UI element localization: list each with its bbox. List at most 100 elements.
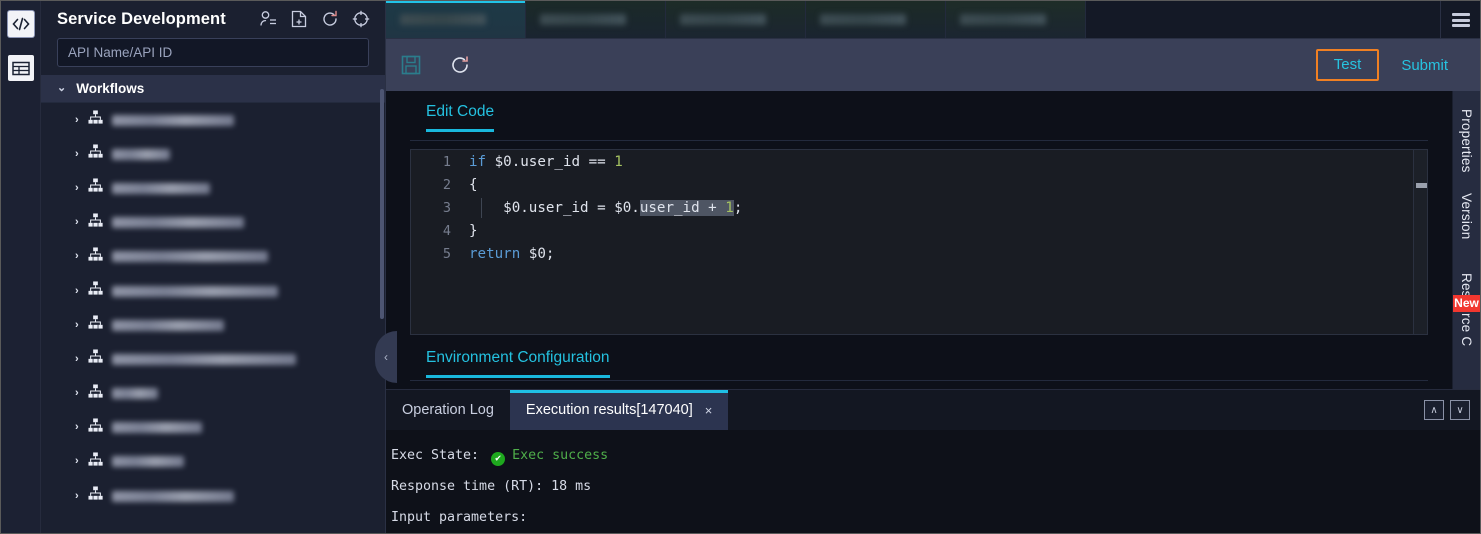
code-scrollbar-thumb[interactable] bbox=[1416, 183, 1427, 188]
list-item[interactable]: › bbox=[41, 411, 385, 445]
chevron-right-icon[interactable]: › bbox=[75, 456, 79, 467]
editor-tab[interactable] bbox=[946, 1, 1086, 38]
chevron-right-icon[interactable]: › bbox=[75, 422, 79, 433]
hamburger-icon[interactable] bbox=[1440, 1, 1480, 39]
editor-tab-label bbox=[540, 14, 626, 25]
sidebar: Service Development ⌄ Workflo bbox=[41, 1, 397, 533]
list-item[interactable]: › bbox=[41, 240, 385, 274]
refresh-icon[interactable] bbox=[320, 9, 340, 29]
code-scrollbar[interactable] bbox=[1413, 150, 1427, 334]
editor-tab[interactable] bbox=[666, 1, 806, 38]
chevron-right-icon[interactable]: › bbox=[75, 217, 79, 228]
list-item-label bbox=[111, 422, 202, 434]
chevron-right-icon[interactable]: › bbox=[75, 114, 79, 126]
right-vertical-tabs: Properties Version New Resource C bbox=[1452, 91, 1480, 389]
editor-tab[interactable] bbox=[526, 1, 666, 38]
line-number: 5 bbox=[442, 245, 451, 262]
user-list-icon[interactable] bbox=[258, 9, 278, 29]
line-number: 3 bbox=[442, 199, 451, 216]
app-window: Service Development ⌄ Workflo bbox=[0, 0, 1481, 534]
list-item[interactable]: › bbox=[41, 308, 385, 342]
scroll-down-button[interactable]: ∨ bbox=[1450, 400, 1470, 420]
list-item-label bbox=[111, 251, 268, 263]
bottom-tabbar: Operation Log Execution results[147040] … bbox=[386, 390, 1480, 430]
search-input[interactable] bbox=[57, 38, 369, 67]
chevron-right-icon[interactable]: › bbox=[75, 285, 79, 297]
scroll-up-button[interactable]: ∧ bbox=[1424, 400, 1444, 420]
edit-code-tabbar: Edit Code bbox=[386, 91, 1452, 140]
list-item[interactable]: › bbox=[41, 479, 385, 513]
tab-properties[interactable]: Properties bbox=[1459, 99, 1474, 183]
list-item-label bbox=[111, 490, 234, 502]
table-icon[interactable] bbox=[7, 55, 34, 81]
new-file-icon[interactable] bbox=[289, 9, 309, 29]
exec-state-line: Exec State: ✔ Exec success bbox=[391, 440, 1480, 471]
code-text: $0.user_id = $0.user_id + 1; bbox=[469, 199, 743, 216]
line-number: 1 bbox=[442, 153, 451, 170]
main-area: Test Submit Edit Code 1 if $0.user_id == … bbox=[386, 1, 1480, 533]
code-icon[interactable] bbox=[7, 11, 34, 37]
tab-edit-code[interactable]: Edit Code bbox=[426, 103, 495, 132]
workflow-list[interactable]: › › › › › › › › › › › › bbox=[41, 103, 385, 533]
tab-execution-results[interactable]: Execution results[147040] × bbox=[509, 390, 729, 430]
icon-rail bbox=[1, 1, 41, 533]
editor-tab-label bbox=[680, 14, 766, 25]
divider bbox=[410, 140, 1428, 141]
chevron-right-icon[interactable]: › bbox=[75, 148, 79, 160]
list-item[interactable]: › bbox=[41, 206, 385, 240]
target-icon[interactable] bbox=[351, 9, 371, 29]
list-item-label bbox=[111, 319, 224, 331]
workflow-node-icon bbox=[88, 486, 103, 506]
chevron-right-icon[interactable]: › bbox=[75, 319, 79, 331]
refresh-icon[interactable] bbox=[448, 53, 472, 77]
save-icon[interactable] bbox=[400, 54, 422, 76]
input-parameters-line: Input parameters: bbox=[391, 510, 528, 525]
search-field-wrap bbox=[41, 35, 385, 75]
chevron-right-icon[interactable]: › bbox=[75, 353, 79, 365]
list-item-label bbox=[111, 114, 234, 126]
workflow-node-icon bbox=[88, 315, 103, 335]
close-icon[interactable]: × bbox=[705, 403, 713, 418]
code-text: { bbox=[469, 176, 478, 193]
success-check-icon: ✔ bbox=[491, 452, 506, 466]
sidebar-group-workflows[interactable]: ⌄ Workflows bbox=[41, 75, 385, 103]
chevron-right-icon[interactable]: › bbox=[75, 388, 79, 399]
bottom-panel-tools: ∧ ∨ bbox=[1424, 390, 1480, 430]
new-badge: New bbox=[1453, 295, 1480, 312]
list-item[interactable]: › bbox=[41, 171, 385, 205]
list-item[interactable]: › bbox=[41, 377, 385, 411]
workflow-node-icon bbox=[88, 144, 103, 164]
sidebar-scrollbar[interactable] bbox=[380, 89, 384, 319]
tab-operation-log[interactable]: Operation Log bbox=[386, 390, 510, 430]
chevron-right-icon[interactable]: › bbox=[75, 251, 79, 262]
code-text: if $0.user_id == 1 bbox=[469, 153, 623, 170]
code-editor[interactable]: 1 if $0.user_id == 1 2{3 $0.user_id = $0.u… bbox=[410, 149, 1428, 335]
code-line: 2{ bbox=[411, 173, 1427, 196]
submit-button[interactable]: Submit bbox=[1383, 50, 1466, 81]
chevron-right-icon[interactable]: › bbox=[75, 490, 79, 502]
exec-state-label: Exec State: bbox=[391, 448, 480, 463]
workflow-node-icon bbox=[88, 247, 103, 267]
chevron-down-icon: ⌄ bbox=[57, 82, 67, 94]
editor-tab[interactable] bbox=[806, 1, 946, 38]
workflow-node-icon bbox=[88, 452, 103, 472]
exec-state-value: Exec success bbox=[512, 448, 609, 463]
workflow-node-icon bbox=[88, 384, 103, 404]
list-item[interactable]: › bbox=[41, 274, 385, 308]
workflow-node-icon bbox=[88, 110, 103, 130]
chevron-right-icon[interactable]: › bbox=[75, 182, 79, 194]
bottom-panel: Operation Log Execution results[147040] … bbox=[386, 389, 1480, 533]
sidebar-header: Service Development bbox=[41, 1, 385, 35]
editor-tab[interactable] bbox=[386, 1, 526, 38]
execution-output: Exec State: ✔ Exec success Response time… bbox=[386, 430, 1480, 533]
tab-version[interactable]: Version bbox=[1459, 183, 1474, 249]
list-item[interactable]: › bbox=[41, 342, 385, 376]
code-line: 4} bbox=[411, 219, 1427, 242]
line-number: 2 bbox=[442, 176, 451, 193]
editor-toolbar: Test Submit bbox=[386, 39, 1480, 91]
list-item[interactable]: › bbox=[41, 137, 385, 171]
list-item[interactable]: › bbox=[41, 103, 385, 137]
list-item[interactable]: › bbox=[41, 445, 385, 479]
test-button[interactable]: Test bbox=[1315, 49, 1380, 81]
tab-environment-configuration[interactable]: Environment Configuration bbox=[426, 349, 610, 378]
